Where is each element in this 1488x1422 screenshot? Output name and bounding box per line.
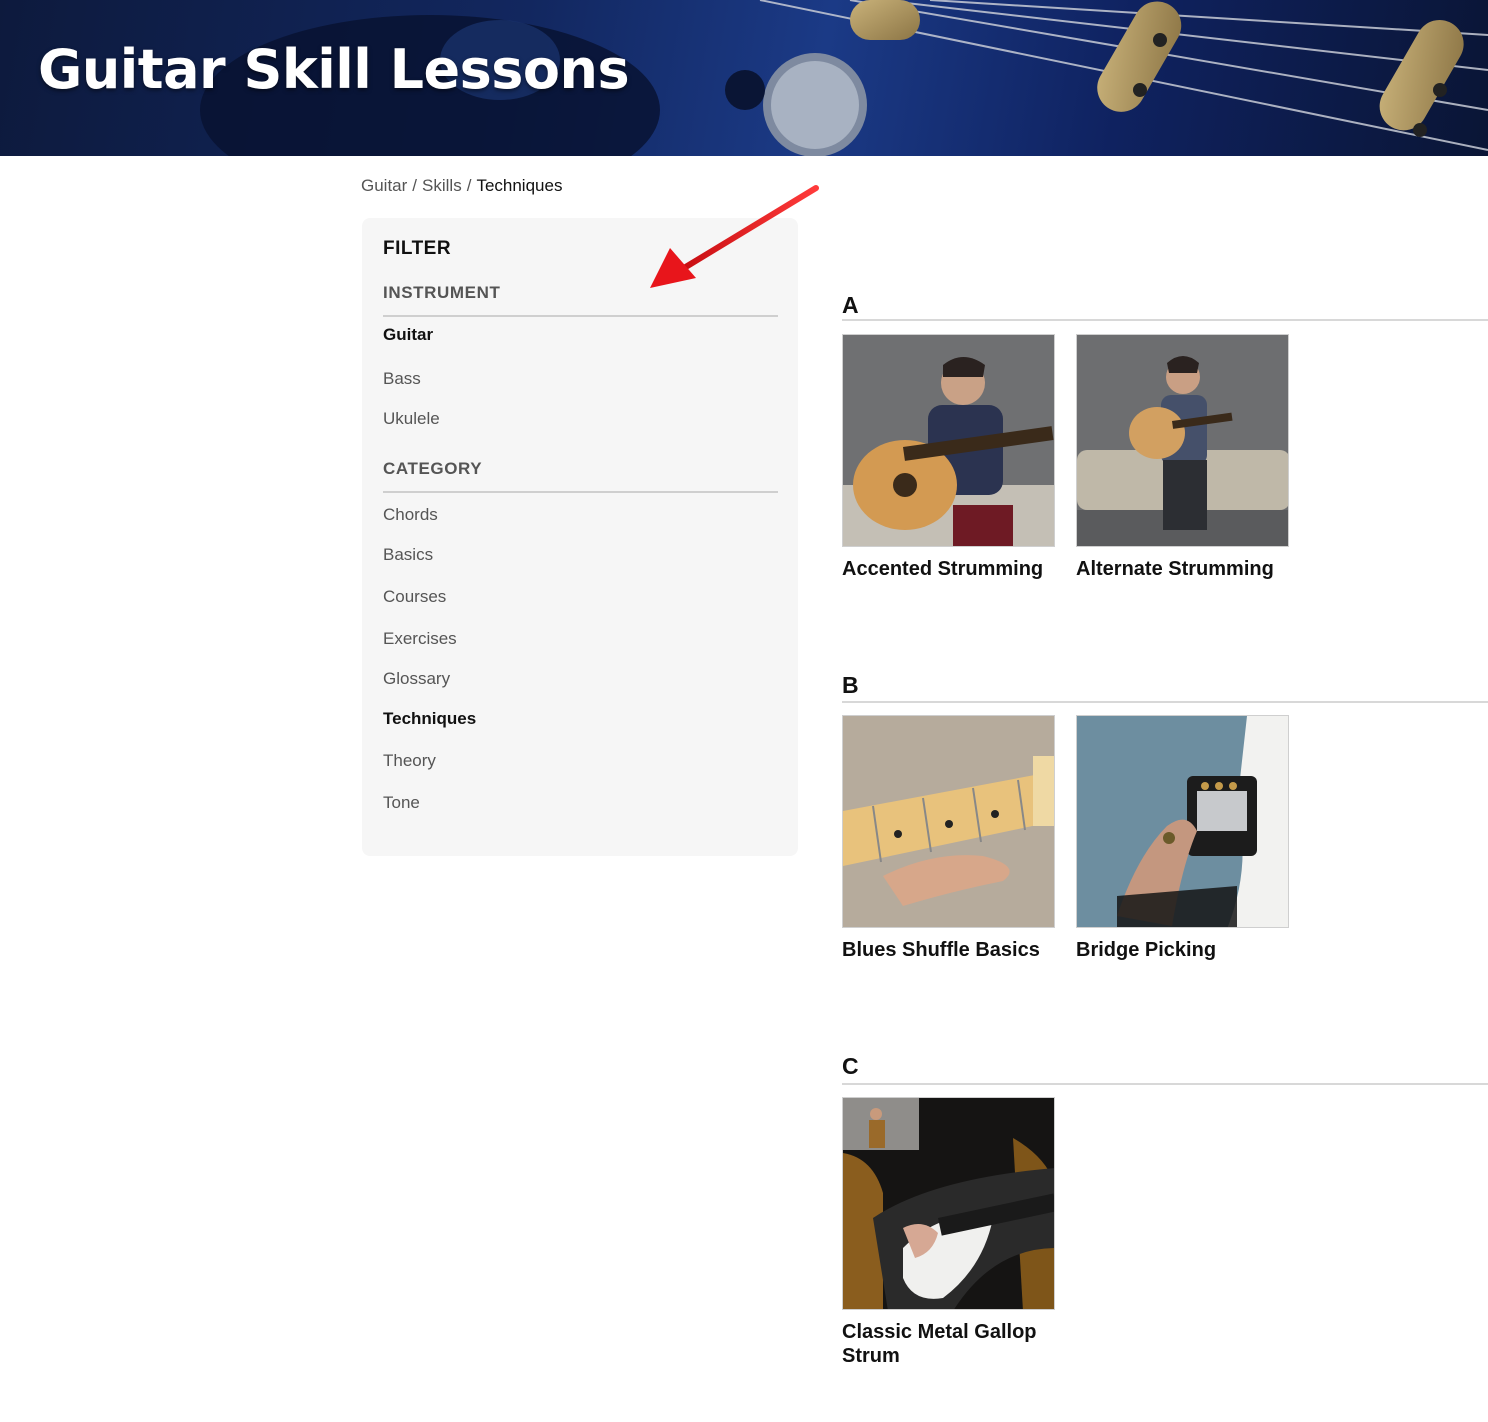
lesson-thumbnail[interactable] [1076, 715, 1289, 928]
filter-category-techniques[interactable]: Techniques [383, 709, 476, 729]
filter-category-glossary[interactable]: Glossary [383, 669, 450, 689]
group-letter-b: B [842, 672, 859, 698]
group-letter-c: C [842, 1053, 859, 1079]
filter-title: FILTER [383, 238, 452, 259]
lesson-thumbnail[interactable] [842, 334, 1055, 547]
filter-instrument-bass[interactable]: Bass [383, 369, 421, 389]
filter-category-basics[interactable]: Basics [383, 545, 433, 565]
breadcrumb-separator: / [466, 176, 472, 195]
group-letter-a: A [842, 292, 859, 318]
group-divider [842, 701, 1488, 703]
filter-instrument-ukulele[interactable]: Ukulele [383, 409, 440, 429]
group-divider [842, 319, 1488, 321]
lesson-card-accented-strumming[interactable]: Accented Strumming [842, 334, 1056, 581]
lesson-title[interactable]: Accented Strumming [842, 557, 1056, 581]
lesson-thumbnail[interactable] [842, 715, 1055, 928]
breadcrumb: Guitar / Skills / Techniques [361, 176, 562, 196]
lesson-thumbnail[interactable] [842, 1097, 1055, 1310]
page-title: Guitar Skill Lessons [38, 38, 630, 101]
lesson-thumbnail[interactable] [1076, 334, 1289, 547]
lesson-card-blues-shuffle-basics[interactable]: Blues Shuffle Basics [842, 715, 1056, 962]
category-heading: CATEGORY [383, 459, 778, 493]
group-divider [842, 1083, 1488, 1085]
lesson-title[interactable]: Alternate Strumming [1076, 557, 1290, 581]
filter-instrument-guitar[interactable]: Guitar [383, 325, 433, 345]
lesson-title[interactable]: Bridge Picking [1076, 938, 1290, 962]
filter-panel: FILTER INSTRUMENT Guitar Bass Ukulele CA… [362, 218, 798, 856]
lesson-title[interactable]: Blues Shuffle Basics [842, 938, 1056, 962]
breadcrumb-separator: / [412, 176, 418, 195]
breadcrumb-current: Techniques [476, 176, 563, 195]
lesson-title[interactable]: Classic Metal Gallop Strum [842, 1320, 1056, 1368]
lesson-card-bridge-picking[interactable]: Bridge Picking [1076, 715, 1290, 962]
lesson-card-alternate-strumming[interactable]: Alternate Strumming [1076, 334, 1290, 581]
breadcrumb-guitar[interactable]: Guitar [361, 176, 407, 195]
filter-category-chords[interactable]: Chords [383, 505, 438, 525]
filter-category-exercises[interactable]: Exercises [383, 629, 457, 649]
filter-category-tone[interactable]: Tone [383, 793, 420, 813]
filter-category-courses[interactable]: Courses [383, 587, 446, 607]
breadcrumb-skills[interactable]: Skills [422, 176, 462, 195]
hero-banner: Guitar Skill Lessons [0, 0, 1488, 156]
annotation-arrow [650, 185, 819, 288]
filter-category-theory[interactable]: Theory [383, 751, 436, 771]
lesson-card-classic-metal-gallop-strum[interactable]: Classic Metal Gallop Strum [842, 1097, 1056, 1368]
